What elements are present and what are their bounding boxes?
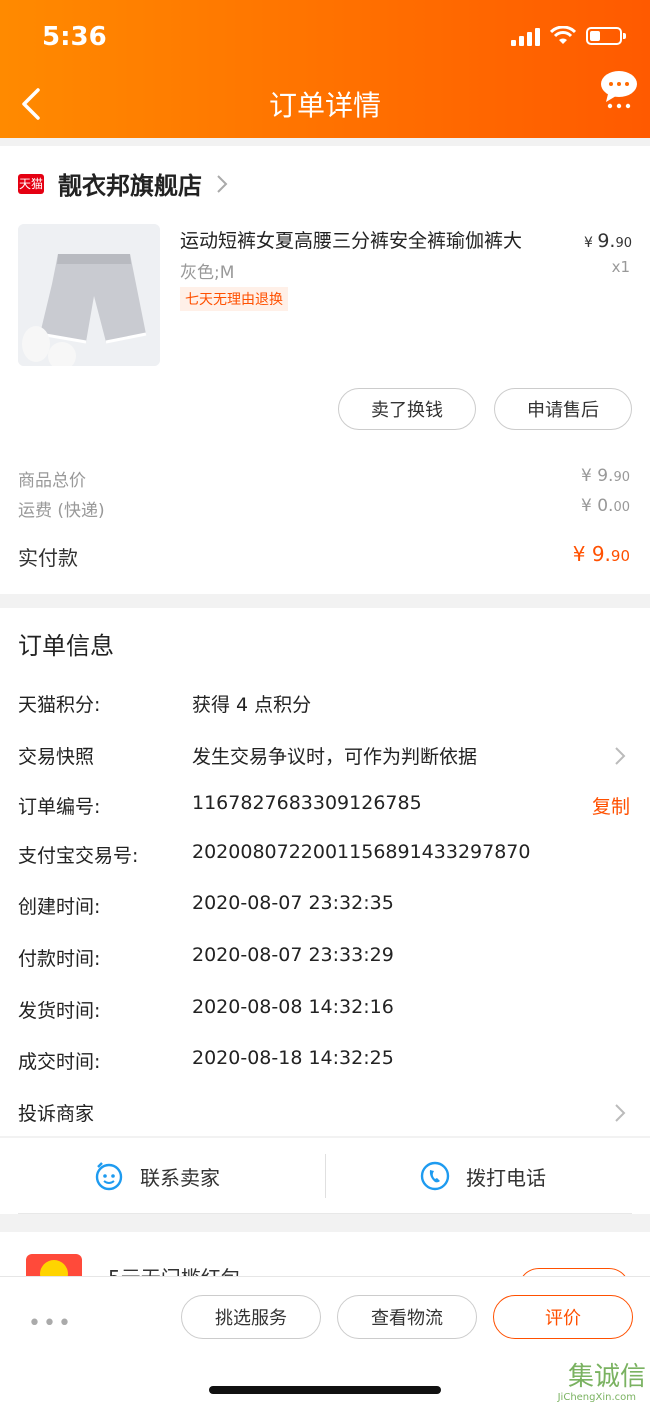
chevron-right-icon: [615, 747, 626, 765]
info-key: 天猫积分:: [18, 694, 101, 716]
price-symbol: ¥: [583, 235, 598, 251]
header-bar: 5:36 订单详情: [0, 0, 650, 138]
wifi-icon: [550, 26, 576, 44]
info-value: 获得 4 点积分: [192, 694, 312, 716]
more-icon[interactable]: •••: [28, 1311, 73, 1336]
price-dec: 90: [615, 236, 632, 251]
goods-total-value: ¥ 9.90: [581, 466, 630, 486]
info-value: 2020080722001156891433297870: [192, 841, 531, 863]
home-indicator[interactable]: [209, 1386, 441, 1394]
contact-bar: 联系卖家 拨打电话: [0, 1138, 650, 1214]
goods-total-label: 商品总价: [18, 471, 86, 491]
watermark: 集诚信: [567, 1362, 646, 1392]
watermark-sub: JiChengXin.com: [557, 1392, 636, 1403]
store-name: 靓衣邦旗舰店: [58, 172, 202, 200]
contact-seller-label: 联系卖家: [140, 1165, 220, 1190]
select-service-button[interactable]: 挑选服务: [181, 1295, 321, 1339]
paid-label: 实付款: [18, 546, 78, 570]
status-time: 5:36: [42, 22, 107, 52]
shipping-dec: 00: [613, 500, 630, 515]
order-info-heading: 订单信息: [18, 632, 114, 660]
battery-icon: [586, 27, 626, 45]
paid-int: ¥ 9.: [572, 542, 611, 566]
paid-dec: 90: [610, 547, 630, 565]
order-info-card: 订单信息 天猫积分: 获得 4 点积分 交易快照 发生交易争议时，可作为判断依据…: [0, 608, 650, 1136]
chevron-right-icon: [615, 1104, 626, 1122]
info-key: 发货时间:: [18, 1000, 101, 1022]
info-value: 2020-08-08 14:32:16: [192, 996, 394, 1018]
review-button[interactable]: 评价: [493, 1295, 633, 1339]
chevron-right-icon: [217, 174, 228, 193]
goods-total-int: ¥ 9.: [581, 466, 614, 486]
info-key: 创建时间:: [18, 896, 101, 918]
product-image[interactable]: [18, 224, 160, 366]
store-link[interactable]: 天猫 靓衣邦旗舰店: [18, 166, 230, 201]
info-value: 2020-08-18 14:32:25: [192, 1047, 394, 1069]
info-key: 付款时间:: [18, 948, 101, 970]
message-icon[interactable]: [598, 68, 640, 110]
product-spec: 灰色;M: [180, 263, 235, 283]
shipping-label: 运费 (快递): [18, 501, 105, 521]
info-key: 订单编号:: [18, 796, 101, 818]
shipping-value: ¥ 0.00: [581, 496, 630, 516]
shipping-int: ¥ 0.: [581, 496, 614, 516]
goods-total-dec: 90: [613, 470, 630, 485]
signal-icon: [511, 26, 540, 46]
view-logistics-button[interactable]: 查看物流: [337, 1295, 477, 1339]
call-label: 拨打电话: [466, 1165, 546, 1190]
paid-value: ¥ 9.90: [573, 542, 630, 566]
info-value: 2020-08-07 23:33:29: [192, 944, 394, 966]
info-key: 交易快照: [18, 746, 95, 768]
product-qty: x1: [611, 258, 630, 276]
info-key: 成交时间:: [18, 1051, 101, 1073]
info-key: 支付宝交易号:: [18, 845, 139, 867]
divider: [325, 1154, 326, 1198]
page-title: 订单详情: [268, 89, 381, 122]
contact-seller-button[interactable]: 联系卖家: [94, 1138, 220, 1214]
call-button[interactable]: 拨打电话: [420, 1138, 546, 1214]
after-sale-button[interactable]: 申请售后: [494, 388, 632, 430]
return-policy-tag: 七天无理由退换: [180, 287, 288, 311]
divider: [18, 1213, 632, 1214]
info-value: 2020-08-07 23:32:35: [192, 892, 394, 914]
info-value: 发生交易争议时，可作为判断依据: [192, 746, 478, 768]
copy-button[interactable]: 复制: [592, 792, 630, 819]
product-price: ¥ 9.90: [584, 230, 632, 252]
tmall-badge: 天猫: [18, 173, 44, 194]
phone-icon: [420, 1161, 450, 1191]
order-item-card: 天猫 靓衣邦旗舰店 运动短裤女夏高腰三分裤安全裤瑜伽裤大 灰色;M 七天无理由退…: [0, 146, 650, 594]
chat-face-icon: [95, 1162, 123, 1191]
product-title[interactable]: 运动短裤女夏高腰三分裤安全裤瑜伽裤大: [180, 226, 522, 253]
sell-button[interactable]: 卖了换钱: [338, 388, 476, 430]
status-icons: [511, 26, 626, 46]
price-int: 9.: [597, 230, 616, 252]
info-key: 投诉商家: [18, 1103, 95, 1125]
info-value: 1167827683309126785: [192, 792, 422, 814]
